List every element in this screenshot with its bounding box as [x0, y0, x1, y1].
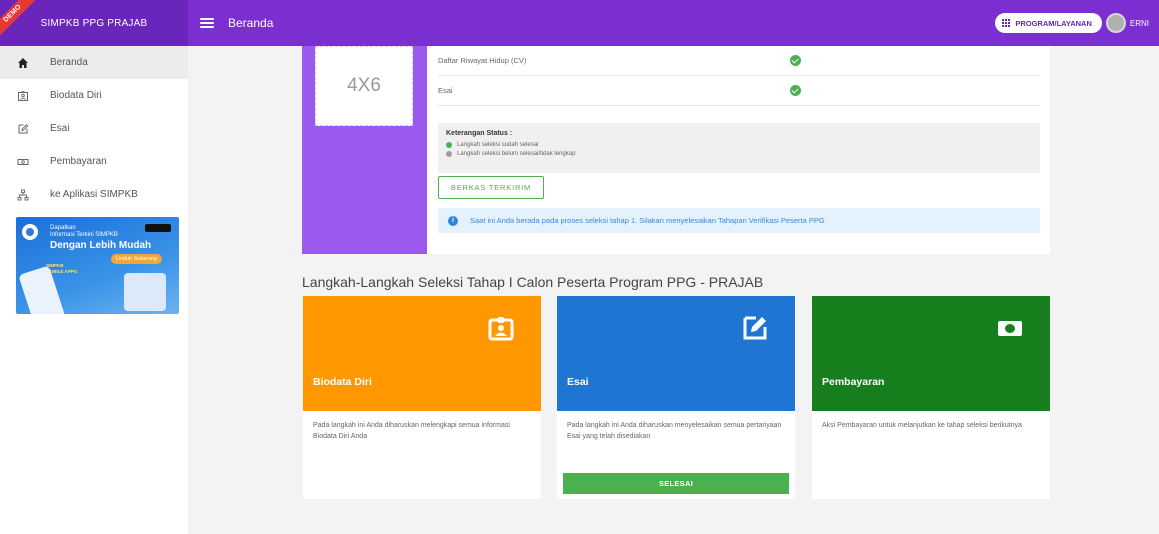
promo-cta[interactable]: Unduh Sekarang	[111, 254, 163, 264]
check-circle-icon	[790, 55, 801, 66]
sidebar-item-biodata-diri[interactable]: Biodata Diri	[0, 79, 188, 112]
step-card-description: Pada langkah ini Anda diharuskan melengk…	[313, 422, 510, 440]
sidebar-item-label: Biodata Diri	[50, 90, 102, 101]
document-row: Daftar Riwayat Hidup (CV)	[438, 46, 1040, 76]
top-bar: DEMO SIMPKB PPG PRAJAB Beranda PROGRAM/L…	[0, 0, 1159, 46]
promo-banner[interactable]: Dapatkan Informasi Terkini SIMPKB Dengan…	[16, 217, 179, 314]
step-card-header: Esai	[557, 296, 795, 411]
step-card-biodata[interactable]: Biodata Diri Pada langkah ini Anda dihar…	[303, 296, 541, 499]
step-card-esai[interactable]: Esai Pada langkah ini Anda diharuskan me…	[557, 296, 795, 499]
legend-item-pending: Langkah seleksi belum selesai/tidak leng…	[446, 151, 1032, 157]
sidebar-item-aplikasi-simpkb[interactable]: ke Aplikasi SIMPKB	[0, 178, 188, 211]
green-dot-icon	[446, 142, 452, 148]
banknote-icon	[998, 321, 1022, 336]
berkas-terkirim-button[interactable]: BERKAS TERKIRIM	[438, 176, 544, 199]
sidebar-item-label: Pembayaran	[50, 156, 107, 167]
step-card-title: Biodata Diri	[313, 376, 372, 388]
photo-placeholder: 4X6	[315, 46, 413, 126]
screen-illustration-icon	[124, 273, 166, 311]
promo-headline: Dengan Lebih Mudah	[50, 240, 152, 251]
money-icon	[16, 155, 30, 169]
program-layanan-button[interactable]: PROGRAM/LAYANAN	[995, 13, 1102, 33]
step-card-header: Pembayaran	[812, 296, 1050, 411]
status-legend: Keterangan Status : Langkah seleksi suda…	[438, 123, 1040, 173]
info-icon: i	[448, 215, 458, 226]
home-icon	[16, 56, 30, 70]
legend-done-label: Langkah seleksi sudah selesai	[457, 142, 539, 148]
check-circle-icon	[790, 85, 801, 96]
legend-pending-label: Langkah seleksi belum selesai/tidak leng…	[457, 151, 576, 157]
demo-ribbon: DEMO	[0, 0, 42, 43]
brand-title: SIMPKB PPG PRAJAB	[40, 17, 148, 29]
profile-card: 4X6 Daftar Riwayat Hidup (CV) Esai Keter…	[302, 46, 1050, 254]
edit-icon	[16, 122, 30, 136]
grid-icon	[1002, 18, 1011, 28]
sidebar-item-pembayaran[interactable]: Pembayaran	[0, 145, 188, 178]
step-card-description: Aksi Pembayaran untuk melanjutkan ke tah…	[822, 422, 1022, 429]
id-card-icon	[16, 89, 30, 103]
step-card-header: Biodata Diri	[303, 296, 541, 411]
legend-title: Keterangan Status :	[446, 130, 513, 137]
promo-line-1: Dapatkan	[50, 225, 76, 231]
sidebar-item-label: Beranda	[50, 57, 88, 68]
sitemap-icon	[16, 188, 30, 202]
sidebar: Beranda Biodata Diri Esai Pembayaran ke …	[0, 46, 188, 534]
sidebar-item-label: Esai	[50, 123, 70, 134]
selesai-button[interactable]: SELESAI	[563, 473, 789, 494]
document-label: Daftar Riwayat Hidup (CV)	[438, 56, 527, 65]
promo-line-2: Informasi Terkini SIMPKB	[50, 232, 118, 238]
sidebar-item-beranda[interactable]: Beranda	[0, 46, 188, 79]
brand[interactable]: DEMO SIMPKB PPG PRAJAB	[0, 0, 188, 46]
edit-square-icon	[743, 316, 767, 340]
legend-item-done: Langkah seleksi sudah selesai	[446, 142, 1032, 148]
avatar[interactable]	[1105, 13, 1126, 33]
program-layanan-label: PROGRAM/LAYANAN	[1015, 18, 1092, 28]
document-label: Esai	[438, 86, 453, 95]
info-text: Saat ini Anda berada pada proses seleksi…	[470, 216, 825, 225]
user-name[interactable]: ERNI	[1130, 19, 1149, 28]
page-title: Beranda	[228, 16, 274, 30]
document-row: Esai	[438, 76, 1040, 106]
step-card-title: Esai	[567, 376, 589, 388]
sidebar-item-esai[interactable]: Esai	[0, 112, 188, 145]
hamburger-menu-icon[interactable]	[200, 18, 214, 28]
google-play-badge-icon	[145, 224, 171, 232]
sidebar-item-label: ke Aplikasi SIMPKB	[50, 189, 138, 200]
step-card-description: Pada langkah ini Anda diharuskan menyele…	[567, 422, 782, 440]
photo-column: 4X6	[302, 46, 427, 254]
grey-dot-icon	[446, 151, 452, 157]
step-card-title: Pembayaran	[822, 376, 885, 388]
info-alert: i Saat ini Anda berada pada proses selek…	[438, 208, 1040, 233]
kemdikbud-logo-icon	[22, 224, 38, 240]
step-card-pembayaran[interactable]: Pembayaran Aksi Pembayaran untuk melanju…	[812, 296, 1050, 499]
steps-section-title: Langkah-Langkah Seleksi Tahap I Calon Pe…	[302, 274, 764, 290]
id-badge-icon	[488, 317, 514, 341]
